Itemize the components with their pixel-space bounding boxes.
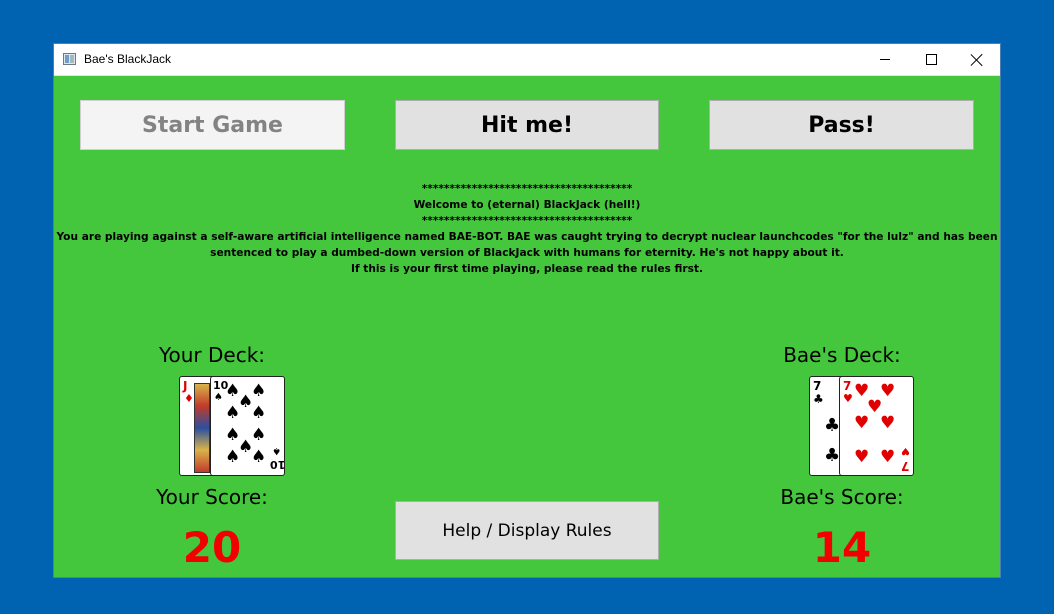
intro-line-3: If this is your first time playing, plea…	[351, 263, 703, 275]
stars-divider-top: **************************************	[421, 183, 633, 195]
game-table: Start Game Hit me! Pass! ***************…	[54, 76, 1000, 577]
maximize-icon	[925, 54, 937, 65]
stars-divider-bottom: **************************************	[421, 215, 633, 227]
minimize-button[interactable]	[862, 44, 908, 75]
close-icon	[971, 54, 983, 66]
intro-line-1: You are playing against a self-aware art…	[56, 231, 998, 243]
face-card-art	[194, 383, 210, 473]
bae-score-label: Bae's Score:	[780, 485, 904, 509]
your-score-value: 20	[182, 523, 242, 572]
hit-me-button[interactable]: Hit me!	[395, 100, 659, 150]
your-score-label: Your Score:	[156, 485, 268, 509]
your-deck-label: Your Deck:	[158, 343, 266, 367]
welcome-message: ************************************** W…	[54, 181, 1000, 277]
bae-score-value: 14	[812, 523, 872, 572]
close-button[interactable]	[954, 44, 1000, 75]
welcome-heading: Welcome to (eternal) BlackJack (hell!)	[413, 199, 641, 211]
pass-button[interactable]: Pass!	[709, 100, 974, 150]
intro-line-2: sentenced to play a dumbed-down version …	[210, 247, 844, 259]
help-display-rules-button[interactable]: Help / Display Rules	[395, 501, 659, 560]
start-game-button[interactable]: Start Game	[80, 100, 345, 150]
app-window: Bae's BlackJack Start Game Hit me! Pass!…	[54, 44, 1000, 577]
window-title: Bae's BlackJack	[84, 52, 171, 66]
app-icon	[63, 53, 76, 65]
card-10-of-spades: 10 ♠ ♠ ♠ ♠ ♠ ♠ ♠ ♠ ♠ ♠ ♠ ♠ 10	[210, 376, 285, 476]
minimize-icon	[880, 59, 890, 60]
bae-deck-label: Bae's Deck:	[783, 343, 901, 367]
card-7-of-hearts: 7 ♥ ♥ ♥ ♥ ♥ ♥ ♥ ♥ ♥ 7	[839, 376, 914, 476]
title-bar: Bae's BlackJack	[54, 44, 1000, 76]
maximize-button[interactable]	[908, 44, 954, 75]
